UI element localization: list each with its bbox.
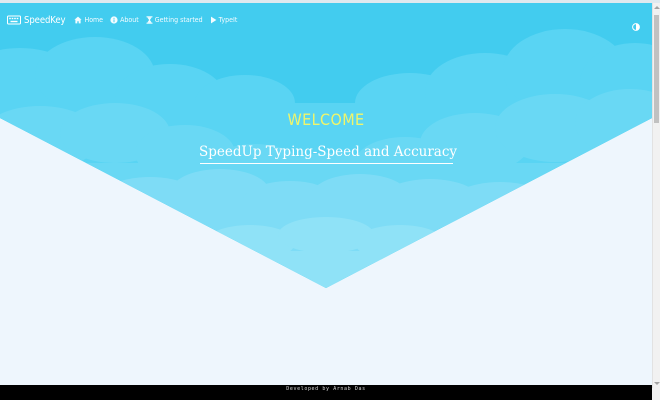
app-window: SpeedKey Home About Getting started Type…: [0, 0, 660, 400]
nav-label-typeit: TypeIt: [218, 16, 238, 24]
tagline-text: SpeedUp Typing-Speed and Accuracy: [198, 144, 458, 160]
page-scrollbar[interactable]: [652, 3, 660, 388]
welcome-heading: WELCOME: [287, 110, 365, 129]
nav-item-home[interactable]: Home: [74, 16, 103, 24]
theme-toggle-button[interactable]: [632, 16, 640, 35]
scroll-up-arrow-icon[interactable]: [654, 6, 660, 9]
nav-item-typeit[interactable]: TypeIt: [210, 16, 238, 24]
home-icon: [74, 16, 83, 24]
contrast-icon: [632, 23, 640, 31]
nav-item-getting-started[interactable]: Getting started: [146, 16, 203, 24]
footer-credit: Developed by Arnab Das: [286, 386, 366, 392]
scroll-down-arrow-icon[interactable]: [654, 382, 660, 385]
scroll-thumb[interactable]: [654, 15, 659, 123]
keyboard-icon: [7, 15, 21, 25]
hourglass-icon: [146, 16, 153, 24]
footer: Developed by Arnab Das: [0, 385, 652, 400]
window-corner: [652, 388, 660, 400]
info-icon: [110, 16, 118, 24]
brand-link[interactable]: SpeedKey: [7, 14, 66, 26]
nav-item-about[interactable]: About: [110, 16, 139, 24]
nav-label-home: Home: [84, 16, 104, 24]
brand-name: SpeedKey: [24, 14, 66, 26]
hero-banner: [0, 3, 652, 385]
tagline: SpeedUp Typing-Speed and Accuracy: [199, 141, 457, 164]
nav-label-about: About: [120, 16, 139, 24]
nav-label-getting-started: Getting started: [154, 16, 203, 24]
navbar: SpeedKey Home About Getting started Type…: [0, 3, 652, 37]
play-icon: [210, 16, 217, 24]
